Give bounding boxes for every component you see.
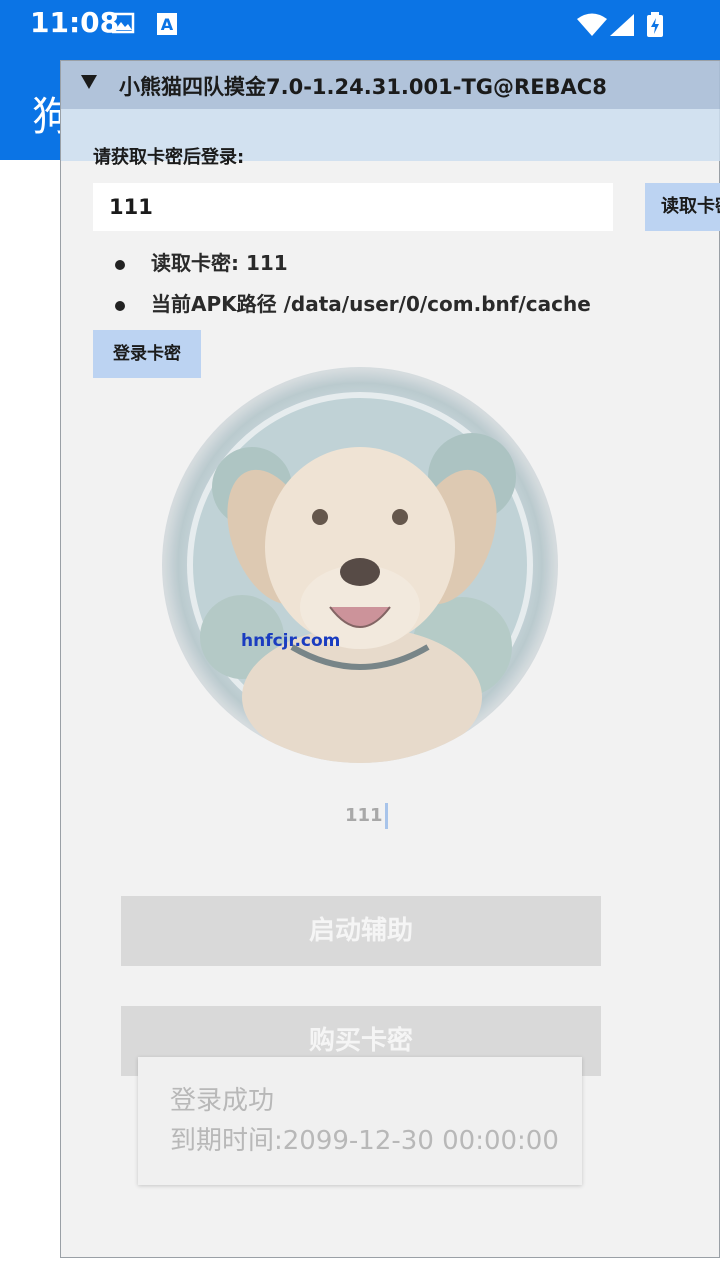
watermark-text: hnfcjr.com xyxy=(241,631,341,651)
bullet-icon xyxy=(115,300,125,311)
window-title-bar[interactable]: 小熊猫四队摸金7.0-1.24.31.001-TG@REBAC8 xyxy=(61,61,720,109)
svg-text:A: A xyxy=(161,15,174,34)
status-value-text: 111 xyxy=(345,803,388,829)
card-key-input[interactable]: 111 xyxy=(93,183,613,231)
floating-menu-window[interactable]: 小熊猫四队摸金7.0-1.24.31.001-TG@REBAC8 请获取卡密后登… xyxy=(60,60,720,1258)
bullet-icon xyxy=(115,259,125,270)
status-time: 11:08 xyxy=(30,6,120,39)
login-success-toast: 登录成功 到期时间:2099-12-30 00:00:00 xyxy=(138,1057,582,1185)
battery-charging-icon xyxy=(646,12,666,37)
read-card-key-button[interactable]: 读取卡密 xyxy=(645,183,720,231)
info-item-read-key: 读取卡密: 111 xyxy=(115,247,288,276)
start-assist-button[interactable]: 启动辅助 xyxy=(121,896,601,966)
signal-icon xyxy=(608,12,636,36)
toast-line-expiry: 到期时间:2099-12-30 00:00:00 xyxy=(170,1126,559,1156)
info-item-text: 当前APK路径 /data/user/0/com.bnf/cache xyxy=(151,292,591,316)
info-item-apk-path: 当前APK路径 /data/user/0/com.bnf/cache xyxy=(115,288,591,317)
text-cursor xyxy=(384,803,388,829)
toast-line-success: 登录成功 xyxy=(170,1086,275,1116)
window-title: 小熊猫四队摸金7.0-1.24.31.001-TG@REBAC8 xyxy=(119,75,607,99)
collapse-triangle-icon[interactable] xyxy=(81,75,97,89)
status-value-label: 111 xyxy=(345,805,383,826)
text-a-icon: A xyxy=(156,12,180,36)
info-item-text: 读取卡密: 111 xyxy=(151,251,288,275)
login-card-key-button[interactable]: 登录卡密 xyxy=(93,330,201,378)
login-prompt-label: 请获取卡密后登录: xyxy=(93,147,245,168)
gallery-icon xyxy=(111,12,136,36)
wifi-icon xyxy=(576,12,608,36)
dog-avatar-image xyxy=(162,367,558,763)
status-bar: 11:08 A xyxy=(0,0,720,48)
